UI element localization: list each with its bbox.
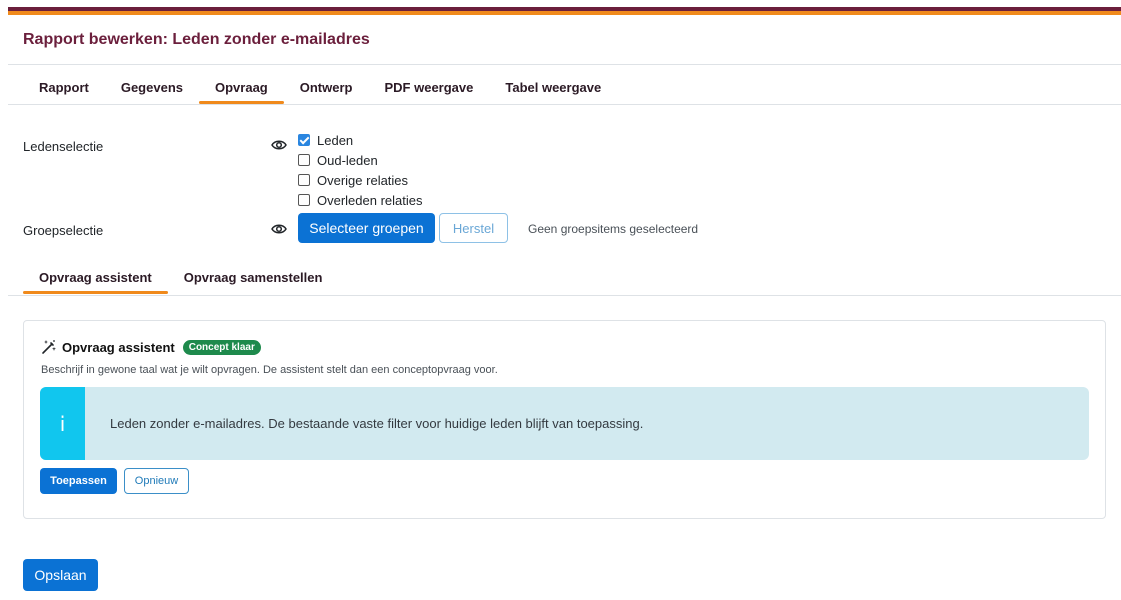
checkbox-overige-relaties[interactable]	[298, 174, 310, 186]
tab-opvraag[interactable]: Opvraag	[199, 71, 284, 104]
ledenselectie-options: Leden Oud-leden Overige relaties Overled…	[298, 130, 423, 210]
assistant-card: Opvraag assistent Concept klaar Beschrij…	[23, 320, 1106, 519]
checkbox-overleden-relaties[interactable]	[298, 194, 310, 206]
option-overleden-relaties-label: Overleden relaties	[317, 192, 423, 208]
tab-opvraag-assistent[interactable]: Opvraag assistent	[23, 261, 168, 294]
option-overleden-relaties[interactable]: Overleden relaties	[298, 190, 423, 210]
eye-icon[interactable]	[271, 223, 287, 235]
select-groups-button[interactable]: Selecteer groepen	[298, 213, 435, 243]
save-button[interactable]: Opslaan	[23, 559, 98, 591]
tab-pdf-weergave[interactable]: PDF weergave	[368, 71, 489, 104]
option-oud-leden-label: Oud-leden	[317, 152, 378, 168]
option-leden-label: Leden	[317, 132, 354, 148]
magic-wand-icon	[42, 340, 56, 354]
brand-top-bar	[8, 7, 1121, 15]
reset-button[interactable]: Herstel	[439, 213, 508, 243]
status-badge: Concept klaar	[182, 339, 261, 355]
option-oud-leden[interactable]: Oud-leden	[298, 150, 423, 170]
group-selection-status: Geen groepsitems geselecteerd	[528, 222, 699, 236]
info-alert-text: Leden zonder e-mailadres. De bestaande v…	[110, 416, 644, 431]
groepselectie-label: Groepselectie	[23, 223, 104, 238]
assistant-description: Beschrijf in gewone taal wat je wilt opv…	[41, 364, 498, 376]
main-tabs: Rapport Gegevens Opvraag Ontwerp PDF wee…	[23, 71, 1121, 104]
assistant-title: Opvraag assistent	[62, 339, 175, 355]
query-tabs-divider	[8, 295, 1121, 296]
retry-button[interactable]: Opnieuw	[124, 468, 189, 494]
apply-button[interactable]: Toepassen	[40, 468, 117, 494]
checkbox-oud-leden[interactable]	[298, 154, 310, 166]
ledenselectie-label: Ledenselectie	[23, 139, 104, 154]
page-title: Rapport bewerken: Leden zonder e-mailadr…	[23, 31, 370, 48]
tab-opvraag-samenstellen[interactable]: Opvraag samenstellen	[168, 261, 339, 294]
brand-stripe-orange	[8, 11, 1121, 15]
header-divider	[8, 64, 1121, 65]
assistant-header: Opvraag assistent Concept klaar	[41, 339, 261, 355]
tab-ontwerp[interactable]: Ontwerp	[284, 71, 369, 104]
checkbox-leden[interactable]	[298, 134, 310, 146]
query-tabs: Opvraag assistent Opvraag samenstellen	[23, 261, 1121, 294]
tab-tabel-weergave[interactable]: Tabel weergave	[489, 71, 617, 104]
option-overige-relaties[interactable]: Overige relaties	[298, 170, 423, 190]
option-overige-relaties-label: Overige relaties	[317, 172, 409, 188]
main-tabs-divider	[8, 104, 1121, 105]
tab-gegevens[interactable]: Gegevens	[105, 71, 199, 104]
info-icon: i	[40, 387, 85, 460]
info-alert: i Leden zonder e-mailadres. De bestaande…	[40, 387, 1089, 460]
tab-rapport[interactable]: Rapport	[23, 71, 105, 104]
option-leden[interactable]: Leden	[298, 130, 423, 150]
eye-icon[interactable]	[271, 139, 287, 151]
